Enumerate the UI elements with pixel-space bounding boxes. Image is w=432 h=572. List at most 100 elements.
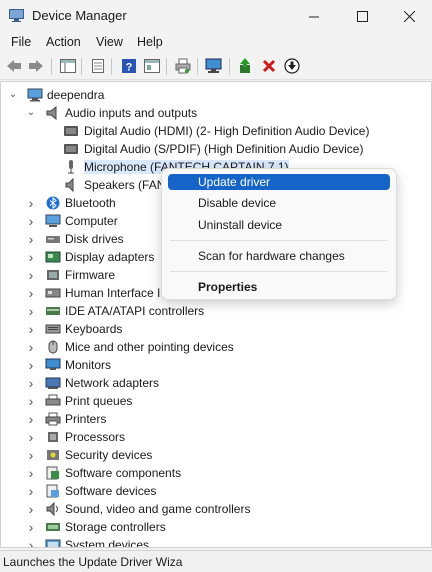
speaker-icon <box>46 106 57 120</box>
tree-category-software-devices[interactable]: › Software devices <box>1 482 431 500</box>
chevron-right-icon[interactable]: › <box>25 232 37 246</box>
chevron-right-icon[interactable]: › <box>25 196 37 210</box>
menu-action[interactable]: Action <box>46 35 81 49</box>
red-x-icon <box>262 59 276 73</box>
close-button[interactable] <box>386 0 432 32</box>
tree-item-label: Monitors <box>65 358 112 372</box>
uninstall-device-menu-item[interactable]: Uninstall device <box>168 217 390 233</box>
chevron-right-icon[interactable]: › <box>25 304 37 318</box>
tree-category-ide-ata-atapi-controllers[interactable]: › IDE ATA/ATAPI controllers <box>1 302 431 320</box>
computer-icon <box>45 214 61 227</box>
chevron-right-icon[interactable]: › <box>25 448 37 462</box>
storage-controller-icon <box>46 523 60 531</box>
chevron-right-icon[interactable]: › <box>25 358 37 372</box>
tree-item-label: Computer <box>65 214 118 228</box>
update-driver-menu-item[interactable]: Update driver <box>168 174 390 190</box>
tree-category-printers[interactable]: › Printers <box>1 410 431 428</box>
chevron-right-icon[interactable]: › <box>25 520 37 534</box>
back-button[interactable] <box>5 57 23 75</box>
tree-item-label: IDE ATA/ATAPI controllers <box>65 304 205 318</box>
export-list-button[interactable] <box>89 57 107 75</box>
scan-hardware-menu-item[interactable]: Scan for hardware changes <box>168 248 390 264</box>
toolbar-separator <box>111 58 112 75</box>
chevron-down-icon[interactable]: ⌄ <box>25 106 37 120</box>
toolbar-separator <box>81 58 82 75</box>
tree-category-security-devices[interactable]: › Security devices <box>1 446 431 464</box>
tree-item-digital-audio-spdif[interactable]: Digital Audio (S/PDIF) (High Definition … <box>1 140 431 158</box>
printer-icon <box>45 412 61 426</box>
print-button[interactable] <box>174 57 192 75</box>
disable-device-button[interactable] <box>283 57 301 75</box>
chevron-right-icon[interactable]: › <box>25 466 37 480</box>
tree-category-network-adapters[interactable]: › Network adapters <box>1 374 431 392</box>
forward-button[interactable] <box>27 57 45 75</box>
mouse-icon <box>48 340 58 354</box>
tree-item-label: Display adapters <box>65 250 155 264</box>
monitor-icon <box>45 358 61 370</box>
tree-item-digital-audio-hdmi[interactable]: Digital Audio (HDMI) (2- High Definition… <box>1 122 431 140</box>
tree-item-audio-inputs-outputs[interactable]: ⌄ Audio inputs and outputs <box>1 104 431 122</box>
chevron-right-icon[interactable]: › <box>25 538 37 547</box>
scan-hardware-button[interactable] <box>205 57 223 75</box>
sound-controller-icon <box>46 502 58 516</box>
properties-button[interactable] <box>143 57 161 75</box>
tree-category-processors[interactable]: › Processors <box>1 428 431 446</box>
chevron-right-icon[interactable]: › <box>25 286 37 300</box>
chevron-right-icon[interactable]: › <box>25 394 37 408</box>
tree-category-print-queues[interactable]: › Print queues <box>1 392 431 410</box>
display-adapter-icon <box>45 251 61 263</box>
chevron-right-icon[interactable]: › <box>25 484 37 498</box>
processor-icon <box>48 432 58 442</box>
chevron-right-icon[interactable]: › <box>25 430 37 444</box>
menu-view[interactable]: View <box>96 35 123 49</box>
update-driver-button[interactable] <box>237 57 255 75</box>
software-component-icon <box>46 466 59 480</box>
chevron-right-icon[interactable]: › <box>25 376 37 390</box>
tree-category-software-components[interactable]: › Software components <box>1 464 431 482</box>
security-device-icon <box>47 450 59 460</box>
tree-item-label: Firmware <box>65 268 115 282</box>
tree-category-monitors[interactable]: › Monitors <box>1 356 431 374</box>
show-hide-console-tree-button[interactable] <box>59 57 77 75</box>
help-button[interactable]: ? <box>120 57 138 75</box>
maximize-button[interactable] <box>339 0 385 32</box>
tree-category-mice-and-other-pointing-devices[interactable]: › Mice and other pointing devices <box>1 338 431 356</box>
disable-device-menu-item[interactable]: Disable device <box>168 195 390 211</box>
minimize-button[interactable] <box>291 0 337 32</box>
console-tree-icon <box>60 59 76 73</box>
chevron-right-icon[interactable]: › <box>25 412 37 426</box>
tree-item-label: Print queues <box>65 394 133 408</box>
tree-category-keyboards[interactable]: › Keyboards <box>1 320 431 338</box>
uninstall-device-button[interactable] <box>260 57 278 75</box>
tree-item-label: Mice and other pointing devices <box>65 340 234 354</box>
chevron-right-icon[interactable]: › <box>25 268 37 282</box>
chevron-right-icon[interactable]: › <box>25 214 37 228</box>
chevron-right-icon[interactable]: › <box>25 340 37 354</box>
title-bar: Device Manager <box>0 0 432 32</box>
tree-category-sound-video-and-game-controllers[interactable]: › Sound, video and game controllers <box>1 500 431 518</box>
properties-menu-item[interactable]: Properties <box>168 279 390 295</box>
monitor-scan-icon <box>205 58 222 73</box>
chevron-right-icon[interactable]: › <box>25 322 37 336</box>
print-queue-icon <box>45 394 61 406</box>
menu-help[interactable]: Help <box>137 35 163 49</box>
list-icon <box>92 59 104 73</box>
minimize-icon <box>308 16 319 17</box>
tree-root[interactable]: ⌄ deependra <box>1 86 431 104</box>
svg-text:?: ? <box>126 62 133 74</box>
forward-arrow-icon <box>29 60 43 72</box>
chevron-right-icon[interactable]: › <box>25 250 37 264</box>
chevron-right-icon[interactable]: › <box>25 502 37 516</box>
toolbar: ? <box>0 53 432 80</box>
tree-category-system-devices[interactable]: › System devices <box>1 536 431 547</box>
chevron-down-icon[interactable]: ⌄ <box>7 88 19 102</box>
firmware-icon <box>47 270 59 280</box>
printer-icon <box>175 58 191 74</box>
audio-device-icon <box>64 126 78 136</box>
menu-file[interactable]: File <box>11 35 31 49</box>
close-icon <box>403 10 415 22</box>
device-tree[interactable]: ⌄ deependra ⌄ Audio inputs and outputs D… <box>0 81 432 548</box>
tree-category-storage-controllers[interactable]: › Storage controllers <box>1 518 431 536</box>
disk-drive-icon <box>46 236 60 243</box>
toolbar-separator <box>166 58 167 75</box>
